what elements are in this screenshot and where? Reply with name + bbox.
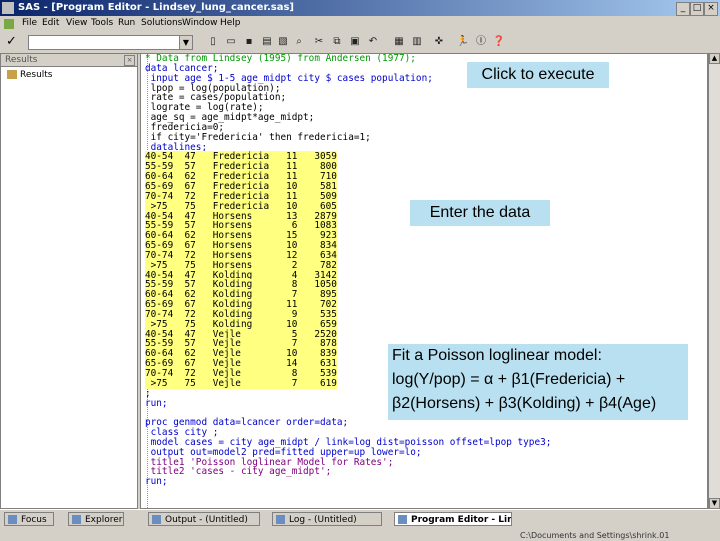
submit-icon[interactable]: 🏃: [456, 35, 470, 48]
menu-solutions[interactable]: Solutions: [141, 16, 182, 31]
tab-log-label: Log - (Untitled): [289, 515, 357, 525]
tab-explorer[interactable]: Explorer: [68, 512, 124, 526]
menu-view[interactable]: View: [66, 16, 87, 31]
new-icon[interactable]: ▯: [206, 35, 220, 48]
menu-edit[interactable]: Edit: [42, 16, 59, 31]
new-library-icon[interactable]: ▦: [392, 35, 406, 48]
options-icon[interactable]: ✜: [432, 35, 446, 48]
break-icon[interactable]: Ⓘ: [474, 35, 488, 48]
callout-execute: Click to execute: [467, 62, 609, 88]
print-icon[interactable]: ▤: [260, 35, 274, 48]
menu-tools[interactable]: Tools: [91, 16, 113, 31]
command-input[interactable]: [28, 35, 180, 50]
focus-icon: [8, 515, 17, 524]
tab-program-editor[interactable]: Program Editor - Lindsey...: [394, 512, 512, 526]
tab-focus-label: Focus: [21, 515, 47, 525]
code-line-text: >75 75 Vejle 7 619: [145, 377, 337, 389]
menu-help[interactable]: Help: [220, 16, 241, 31]
minimize-button[interactable]: _: [676, 2, 690, 16]
save-icon[interactable]: ▪: [242, 35, 256, 48]
print-preview-icon[interactable]: ▧: [276, 35, 290, 48]
code-line: age_sq = age_midpt*age_midpt;: [145, 113, 705, 123]
results-panel: Results × Results: [0, 53, 138, 509]
code-line: * Data from Lindsey (1995) from Andersen…: [145, 54, 705, 64]
scroll-up-icon[interactable]: ▲: [709, 53, 720, 64]
code-line-text: run;: [145, 476, 168, 488]
paste-icon[interactable]: ▣: [348, 35, 362, 48]
code-line: run;: [145, 477, 705, 487]
undo-icon[interactable]: ↶: [366, 35, 380, 48]
scroll-down-icon[interactable]: ▼: [709, 498, 720, 509]
output-icon: [152, 515, 161, 524]
code-line: title2 'cases - city age_midpt';: [145, 467, 705, 477]
maximize-button[interactable]: □: [690, 2, 704, 16]
explorer-icon[interactable]: ▥: [410, 35, 424, 48]
menu-file[interactable]: File: [22, 16, 37, 31]
vertical-scrollbar[interactable]: ▲ ▼: [708, 53, 720, 509]
help-icon[interactable]: ❓: [492, 35, 506, 48]
program-editor-icon: [398, 515, 407, 524]
menu-run[interactable]: Run: [118, 16, 135, 31]
results-header-label: Results: [5, 55, 38, 65]
tab-program-editor-label: Program Editor - Lindsey...: [411, 515, 511, 525]
tab-log[interactable]: Log - (Untitled): [272, 512, 382, 526]
callout-model: Fit a Poisson loglinear model: log(Y/pop…: [388, 344, 688, 420]
close-icon[interactable]: ×: [124, 55, 135, 66]
tab-explorer-label: Explorer: [85, 515, 123, 525]
program-editor[interactable]: * Data from Lindsey (1995) from Andersen…: [140, 53, 708, 509]
tab-focus[interactable]: Focus: [4, 512, 54, 526]
log-icon: [276, 515, 285, 524]
title-bar: SAS - [Program Editor - Lindsey_lung_can…: [0, 0, 720, 16]
cut-icon[interactable]: ✂: [312, 35, 326, 48]
code-area[interactable]: * Data from Lindsey (1995) from Andersen…: [145, 54, 705, 487]
code-line-text: title2 'cases - city age_midpt';: [145, 466, 332, 478]
menu-bar: File Edit View Tools Run Solutions Windo…: [0, 16, 720, 31]
tab-output-label: Output - (Untitled): [165, 515, 248, 525]
find-icon[interactable]: ⌕: [292, 35, 306, 48]
copy-icon[interactable]: ⧉: [330, 35, 344, 48]
status-path: C:\Documents and Settings\shrink.01: [520, 531, 670, 540]
menu-window[interactable]: Window: [182, 16, 218, 31]
callout-model-line3: β2(Horsens) + β3(Kolding) + β4(Age): [392, 395, 657, 412]
code-line-text: >75 75 Fredericia 10 605: [145, 200, 337, 212]
callout-model-line2: log(Y/pop) = α + β1(Fredericia) +: [392, 371, 626, 388]
results-tree-item[interactable]: Results: [7, 70, 53, 80]
checkmark-icon[interactable]: ✓: [6, 34, 17, 49]
results-tree-label: Results: [20, 70, 53, 80]
callout-data: Enter the data: [410, 200, 550, 226]
tab-output[interactable]: Output - (Untitled): [148, 512, 260, 526]
toolbar: ✓ ▼ ▯ ▭ ▪ ▤ ▧ ⌕ ✂ ⧉ ▣ ↶ ▦ ▥ ✜ 🏃 Ⓘ ❓: [0, 31, 720, 54]
results-header: Results ×: [1, 54, 137, 67]
editor-doc-icon: [4, 19, 14, 29]
code-line: if city='Fredericia' then fredericia=1;: [145, 132, 705, 143]
chevron-down-icon[interactable]: ▼: [179, 35, 193, 50]
window-title: SAS - [Program Editor - Lindsey_lung_can…: [18, 2, 294, 13]
open-icon[interactable]: ▭: [224, 35, 238, 48]
close-button[interactable]: ×: [704, 2, 718, 16]
sas-app-icon: [2, 2, 14, 14]
callout-model-line1: Fit a Poisson loglinear model:: [392, 347, 602, 364]
status-bar: Focus Explorer Output - (Untitled) Log -…: [0, 509, 720, 541]
explorer-tab-icon: [72, 515, 81, 524]
folder-icon: [7, 70, 17, 79]
